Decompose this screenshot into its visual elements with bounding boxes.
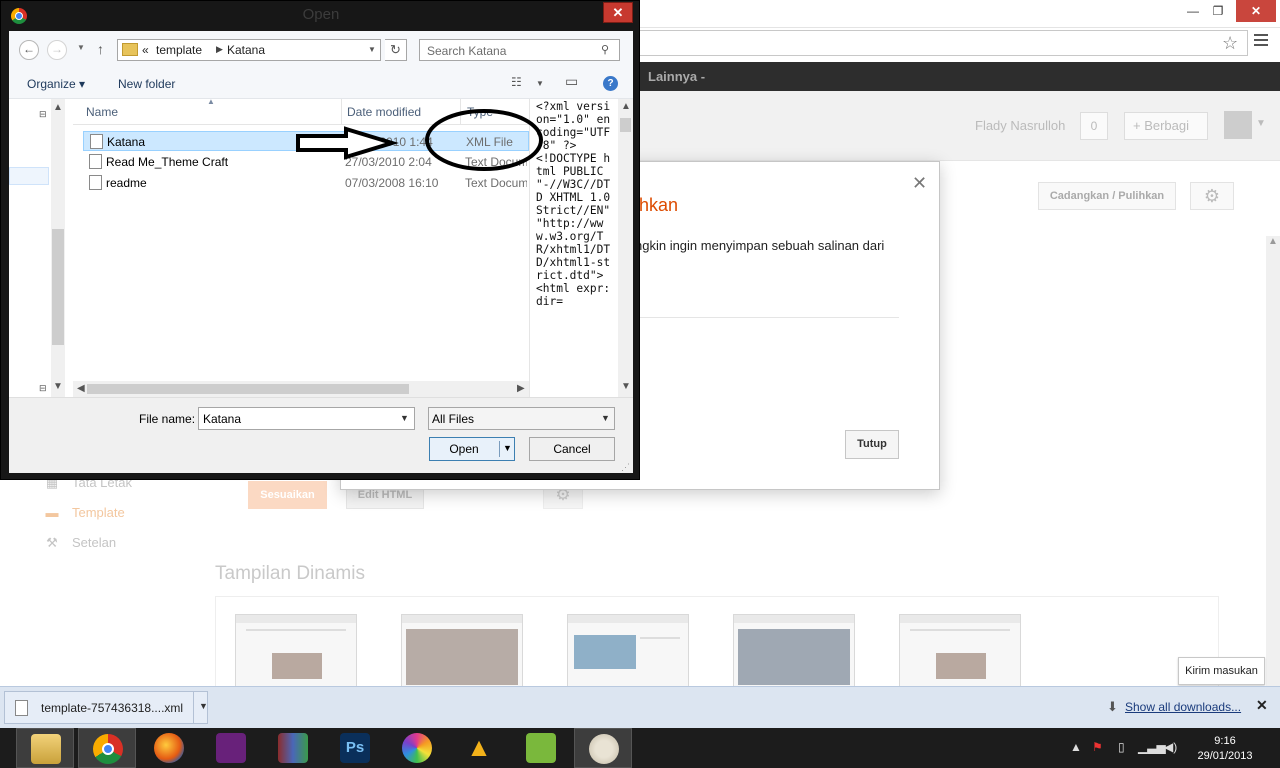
tray-expand-icon[interactable]: ▲	[1070, 740, 1082, 754]
sidebar-item-label: Setelan	[72, 535, 117, 550]
close-button[interactable]: Tutup	[845, 430, 899, 459]
winrar-icon[interactable]	[264, 728, 322, 768]
scroll-down-icon[interactable]: ▼	[53, 381, 63, 392]
open-options-chevron-icon[interactable]: ▼	[503, 443, 512, 453]
clock-time: 9:16	[1214, 735, 1236, 747]
scroll-left-icon[interactable]: ◀	[77, 383, 85, 394]
chevron-down-icon[interactable]: ▼	[1256, 118, 1266, 129]
gear-icon[interactable]: ⚙	[1190, 182, 1234, 210]
volume-icon[interactable]: ◀)	[1164, 740, 1177, 754]
nav-scroll-thumb[interactable]	[52, 229, 64, 345]
open-button-label: Open	[449, 442, 479, 456]
visual-studio-icon[interactable]	[202, 728, 260, 768]
file-name-label: File name:	[139, 412, 196, 426]
network-icon[interactable]: ▁▃▅	[1138, 740, 1166, 754]
scroll-right-icon[interactable]: ▶	[517, 383, 525, 394]
download-file-name: template-757436318....xml	[41, 701, 184, 715]
close-download-bar-button[interactable]: ✕	[1256, 697, 1268, 714]
chrome-icon[interactable]	[78, 728, 136, 768]
avatar[interactable]	[1224, 111, 1252, 139]
dialog-footer: File name: Katana ▼ All Files ▼ Open ▼ C…	[9, 397, 633, 473]
more-menu[interactable]: Lainnya -	[648, 69, 705, 84]
file-name-value: Katana	[203, 412, 242, 426]
show-all-downloads-link[interactable]: Show all downloads...	[1125, 700, 1241, 714]
file-explorer-icon[interactable]	[16, 728, 74, 768]
scroll-down-icon[interactable]: ▼	[621, 381, 631, 392]
paint-icon[interactable]	[574, 728, 632, 768]
user-name[interactable]: Flady Nasrulloh	[975, 118, 1065, 133]
divider	[499, 441, 500, 457]
file-type-select[interactable]: All Files ▼	[428, 407, 615, 430]
clock[interactable]: 9:16 29/01/2013	[1192, 734, 1258, 764]
wrench-icon: ⚒	[46, 535, 58, 550]
nav-item-icon[interactable]: ⊟	[39, 383, 47, 394]
template-thumbnail[interactable]	[401, 614, 523, 688]
open-button[interactable]: Open ▼	[429, 437, 515, 461]
customize-button[interactable]: Sesuaikan	[248, 481, 327, 509]
annotation-ellipse	[425, 109, 543, 171]
close-icon[interactable]: ✕	[912, 173, 927, 194]
template-thumbnail[interactable]	[899, 614, 1021, 688]
file-list-hscroll[interactable]: ◀ ▶	[73, 381, 529, 397]
resize-grip-icon[interactable]: ⋰	[621, 462, 630, 473]
chrome-menu-icon[interactable]	[1254, 34, 1268, 48]
sidebar-item-template[interactable]: ▬ Template	[44, 505, 125, 520]
battery-icon[interactable]: ▯	[1118, 740, 1125, 754]
backup-restore-button[interactable]: Cadangkan / Pulihkan	[1038, 182, 1176, 210]
modal-title: ihkan	[635, 195, 679, 215]
notification-count[interactable]: 0	[1080, 112, 1108, 140]
share-button[interactable]: + Berbagi	[1124, 112, 1208, 140]
flag-icon[interactable]: ⚑	[1092, 740, 1103, 754]
download-bar: template-757436318....xml ▼ ⬇ Show all d…	[0, 686, 1280, 728]
annotation-arrow	[296, 126, 399, 160]
feedback-button[interactable]: Kirim masukan	[1178, 657, 1265, 685]
vlc-style-icon[interactable]: ▲	[450, 728, 508, 768]
chevron-down-icon[interactable]: ▼	[400, 413, 409, 423]
chevron-down-icon[interactable]: ▼	[601, 413, 610, 423]
photoshop-icon[interactable]: Ps	[326, 728, 384, 768]
picasa-icon[interactable]	[388, 728, 446, 768]
divider	[635, 317, 899, 318]
download-arrow-icon: ⬇	[1107, 699, 1118, 714]
file-icon	[15, 700, 28, 716]
template-thumbnail[interactable]	[567, 614, 689, 688]
dynamic-views-title: Tampilan Dinamis	[215, 563, 365, 584]
app-icon[interactable]	[512, 728, 570, 768]
clock-date: 29/01/2013	[1197, 750, 1253, 762]
sidebar-item-label: Template	[72, 505, 125, 520]
dynamic-views-panel	[215, 596, 1219, 688]
download-item[interactable]: template-757436318....xml ▼	[4, 691, 208, 724]
template-thumbnail[interactable]	[235, 614, 357, 688]
cancel-button[interactable]: Cancel	[529, 437, 615, 461]
template-icon: ▬	[45, 505, 59, 520]
chevron-down-icon[interactable]: ▼	[199, 701, 208, 711]
divider	[193, 692, 194, 723]
screen: — ❐ ✕ ☆ Lainnya - Flady Nasrulloh 0 + Be…	[0, 0, 1280, 768]
file-name-field[interactable]: Katana ▼	[198, 407, 415, 430]
annotation-overlay	[296, 109, 543, 171]
sidebar-item-settings[interactable]: ⚒ Setelan	[44, 535, 116, 551]
firefox-icon[interactable]	[140, 728, 198, 768]
file-type-value: All Files	[432, 412, 475, 426]
hscroll-thumb[interactable]	[87, 384, 409, 394]
modal-text: ngkin ingin menyimpan sebuah salinan dar…	[635, 238, 885, 253]
browser-close-button[interactable]: ✕	[1236, 0, 1276, 22]
taskbar: Ps ▲ ▲ ⚑ ▯ ▁▃▅ ◀) 9:16 29/01/2013	[0, 728, 1280, 768]
page-scrollbar[interactable]: ▲	[1266, 236, 1280, 686]
template-thumbnail[interactable]	[733, 614, 855, 688]
bookmark-star-icon[interactable]: ☆	[1222, 33, 1238, 54]
maximize-button[interactable]: ❐	[1203, 0, 1233, 22]
